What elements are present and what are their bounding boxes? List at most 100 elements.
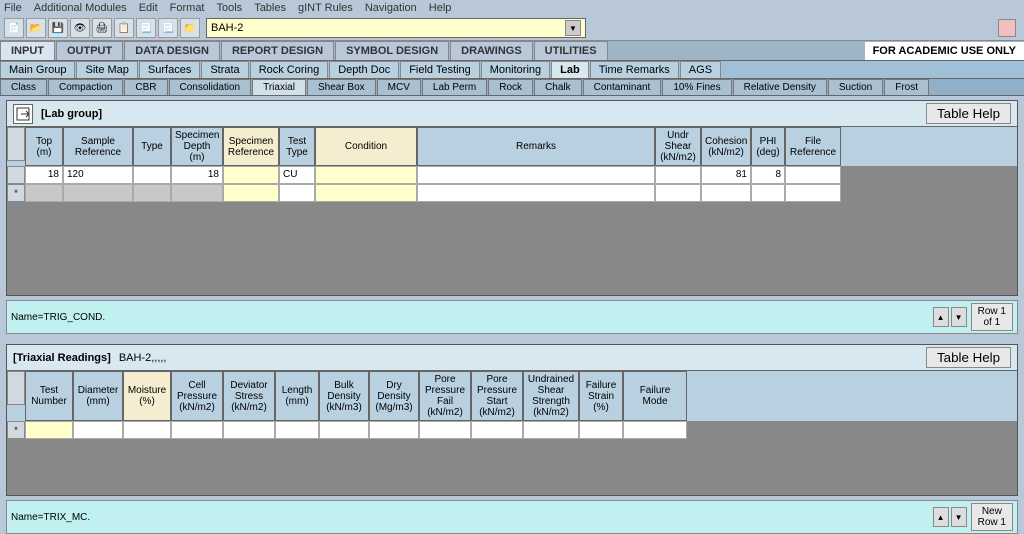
cell[interactable] (223, 421, 275, 439)
help-icon[interactable] (998, 19, 1016, 37)
menu-tables[interactable]: Tables (254, 2, 286, 14)
column-header[interactable]: PHI (deg) (751, 127, 785, 166)
sec-tab-monitoring[interactable]: Monitoring (481, 61, 550, 78)
tab-utilities[interactable]: UTILITIES (534, 41, 608, 60)
cell[interactable] (171, 184, 223, 202)
doc1-icon[interactable]: 📃 (136, 18, 156, 38)
sec-tab-rock-coring[interactable]: Rock Coring (250, 61, 329, 78)
cell[interactable] (133, 166, 171, 184)
cell[interactable] (123, 421, 171, 439)
cell[interactable]: 120 (63, 166, 133, 184)
menu-tools[interactable]: Tools (217, 2, 243, 14)
column-header[interactable]: Type (133, 127, 171, 166)
cell[interactable] (315, 166, 417, 184)
scroll-up-icon[interactable]: ▲ (933, 507, 949, 527)
ter-tab-rock[interactable]: Rock (488, 79, 533, 95)
tab-symbol-design[interactable]: SYMBOL DESIGN (335, 41, 449, 60)
column-header[interactable]: File Reference (785, 127, 841, 166)
column-header[interactable]: Bulk Density (kN/m3) (319, 371, 369, 421)
new-icon[interactable]: 📄 (4, 18, 24, 38)
menu-navigation[interactable]: Navigation (365, 2, 417, 14)
cell[interactable] (63, 184, 133, 202)
tab-input[interactable]: INPUT (0, 41, 55, 60)
sec-tab-time-remarks[interactable]: Time Remarks (590, 61, 679, 78)
scroll-down-icon[interactable]: ▼ (951, 307, 967, 327)
ter-tab-relative-density[interactable]: Relative Density (733, 79, 827, 95)
tab-output[interactable]: OUTPUT (56, 41, 123, 60)
exit-icon[interactable] (13, 104, 33, 124)
column-header[interactable]: Sample Reference (63, 127, 133, 166)
cell[interactable]: CU (279, 166, 315, 184)
tab-report-design[interactable]: REPORT DESIGN (221, 41, 334, 60)
ter-tab-mcv[interactable]: MCV (377, 79, 421, 95)
row-handle[interactable]: * (7, 184, 25, 202)
ter-tab-contaminant[interactable]: Contaminant (583, 79, 662, 95)
cell[interactable] (279, 184, 315, 202)
menu-gint-rules[interactable]: gINT Rules (298, 2, 353, 14)
column-header[interactable]: Length (mm) (275, 371, 319, 421)
column-header[interactable]: Cell Pressure (kN/m2) (171, 371, 223, 421)
menu-edit[interactable]: Edit (139, 2, 158, 14)
cell[interactable] (417, 166, 655, 184)
cell[interactable] (785, 184, 841, 202)
sec-tab-field-testing[interactable]: Field Testing (400, 61, 480, 78)
doc2-icon[interactable]: 📃 (158, 18, 178, 38)
cell[interactable]: 18 (25, 166, 63, 184)
cell[interactable]: 18 (171, 166, 223, 184)
cell[interactable]: 8 (751, 166, 785, 184)
borehole-dropdown[interactable]: BAH-2 ▼ (206, 18, 586, 38)
tab-drawings[interactable]: DRAWINGS (450, 41, 533, 60)
scroll-up-icon[interactable]: ▲ (933, 307, 949, 327)
scroll-down-icon[interactable]: ▼ (951, 507, 967, 527)
column-header[interactable]: Failure Mode (623, 371, 687, 421)
copy-icon[interactable]: 📋 (114, 18, 134, 38)
cell[interactable] (419, 421, 471, 439)
column-header[interactable]: Test Number (25, 371, 73, 421)
cell[interactable] (223, 166, 279, 184)
ter-tab-triaxial[interactable]: Triaxial (252, 79, 306, 95)
ter-tab-chalk[interactable]: Chalk (534, 79, 582, 95)
cell[interactable] (171, 421, 223, 439)
menu-format[interactable]: Format (170, 2, 205, 14)
table-help-button[interactable]: Table Help (926, 347, 1011, 368)
column-header[interactable]: Remarks (417, 127, 655, 166)
column-header[interactable]: Pore Pressure Start (kN/m2) (471, 371, 523, 421)
menu-additional-modules[interactable]: Additional Modules (34, 2, 127, 14)
cell[interactable] (623, 421, 687, 439)
column-header[interactable]: Pore Pressure Fail (kN/m2) (419, 371, 471, 421)
row-handle[interactable]: * (7, 421, 25, 439)
cell[interactable] (25, 421, 73, 439)
cell[interactable] (319, 421, 369, 439)
column-header[interactable]: Diameter (mm) (73, 371, 123, 421)
folder-icon[interactable]: 📁 (180, 18, 200, 38)
ter-tab-class[interactable]: Class (0, 79, 47, 95)
ter-tab-cbr[interactable]: CBR (124, 79, 167, 95)
column-header[interactable]: Undr Shear (kN/m2) (655, 127, 701, 166)
column-header[interactable]: Deviator Stress (kN/m2) (223, 371, 275, 421)
column-header[interactable]: Failure Strain (%) (579, 371, 623, 421)
sec-tab-strata[interactable]: Strata (201, 61, 248, 78)
cell[interactable] (417, 184, 655, 202)
column-header[interactable]: Cohesion (kN/m2) (701, 127, 751, 166)
cell[interactable] (369, 421, 419, 439)
open-icon[interactable]: 📂 (26, 18, 46, 38)
column-header[interactable]: Test Type (279, 127, 315, 166)
tab-data-design[interactable]: DATA DESIGN (124, 41, 220, 60)
ter-tab-10pct-fines[interactable]: 10% Fines (662, 79, 731, 95)
cell[interactable] (223, 184, 279, 202)
chevron-down-icon[interactable]: ▼ (565, 20, 581, 36)
ter-tab-suction[interactable]: Suction (828, 79, 883, 95)
sec-tab-site-map[interactable]: Site Map (76, 61, 137, 78)
cell[interactable] (785, 166, 841, 184)
ter-tab-frost[interactable]: Frost (884, 79, 929, 95)
cell[interactable] (471, 421, 523, 439)
table-help-button[interactable]: Table Help (926, 103, 1011, 124)
sec-tab-ags[interactable]: AGS (680, 61, 721, 78)
ter-tab-compaction[interactable]: Compaction (48, 79, 123, 95)
cell[interactable] (133, 184, 171, 202)
column-header[interactable]: Dry Density (Mg/m3) (369, 371, 419, 421)
sec-tab-depth-doc[interactable]: Depth Doc (329, 61, 399, 78)
column-header[interactable]: Specimen Depth (m) (171, 127, 223, 166)
sec-tab-main-group[interactable]: Main Group (0, 61, 75, 78)
cell[interactable] (73, 421, 123, 439)
